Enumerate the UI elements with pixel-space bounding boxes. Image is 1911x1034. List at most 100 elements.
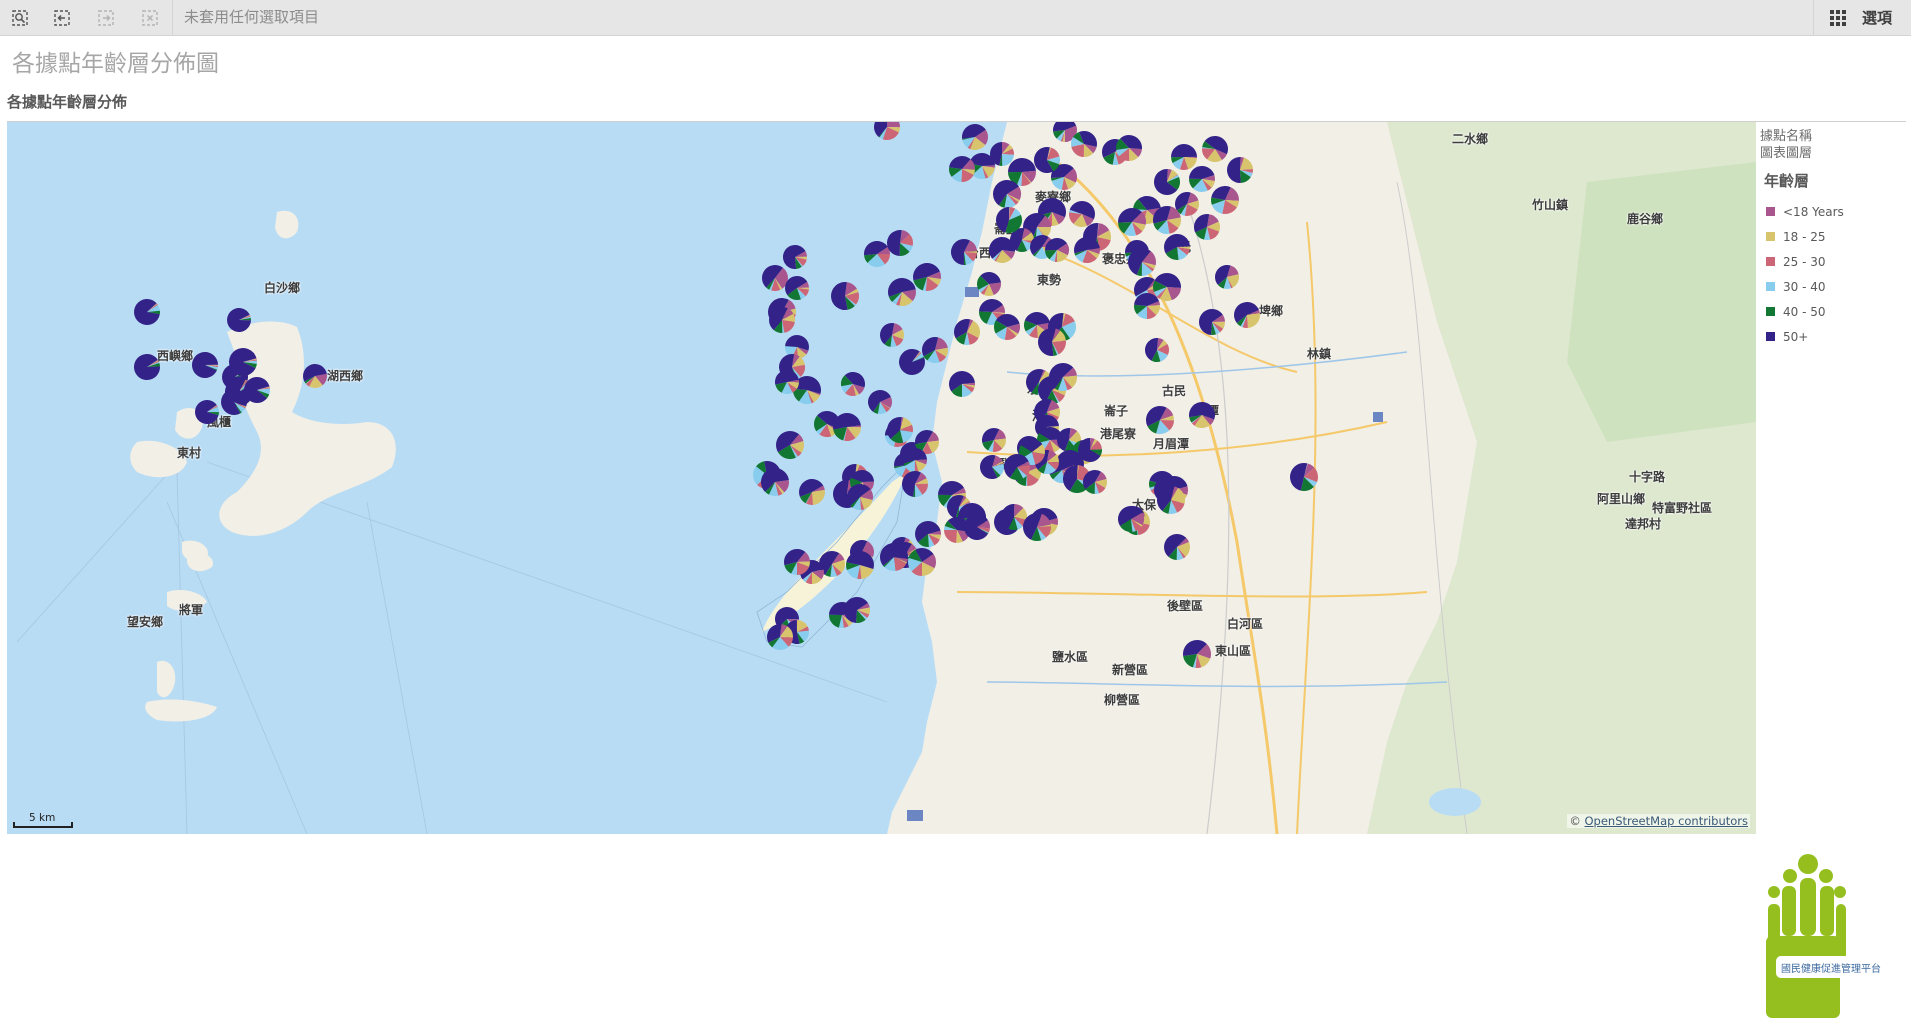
location-pie-marker[interactable] <box>1164 234 1190 260</box>
location-pie-marker[interactable] <box>134 354 160 380</box>
location-pie-marker[interactable] <box>977 272 1001 296</box>
grid-icon[interactable] <box>1826 6 1850 30</box>
location-pie-marker[interactable] <box>961 124 988 151</box>
location-pie-marker[interactable] <box>1289 462 1318 491</box>
location-pie-marker[interactable] <box>227 308 252 333</box>
location-pie-marker[interactable] <box>899 349 926 376</box>
pie-slice[interactable] <box>1170 143 1197 158</box>
location-pie-marker[interactable] <box>980 455 1004 479</box>
location-pie-marker[interactable] <box>761 264 788 291</box>
legend-item[interactable]: <18 Years <box>1766 199 1908 224</box>
legend-layer-name[interactable]: 據點名稱 <box>1760 128 1908 145</box>
pie-slice[interactable] <box>944 530 957 543</box>
location-pie-marker[interactable] <box>1074 237 1100 263</box>
legend-item[interactable]: 50+ <box>1766 324 1908 349</box>
location-pie-marker[interactable] <box>1199 309 1225 335</box>
pie-slice[interactable] <box>1247 313 1260 328</box>
location-pie-marker[interactable] <box>913 263 941 291</box>
step-back-icon[interactable] <box>46 4 78 32</box>
location-pie-marker[interactable] <box>989 236 1015 263</box>
pie-slice[interactable] <box>887 122 900 128</box>
location-pie-marker[interactable] <box>982 428 1007 453</box>
legend-item[interactable]: 30 - 40 <box>1766 274 1908 299</box>
location-pie-marker[interactable] <box>769 307 795 333</box>
location-pie-marker[interactable] <box>964 514 990 540</box>
location-pie-marker[interactable] <box>949 371 976 397</box>
location-pie-marker[interactable] <box>799 478 825 505</box>
location-pie-marker[interactable] <box>1145 338 1170 362</box>
location-pie-marker[interactable] <box>1116 134 1142 161</box>
location-pie-marker[interactable] <box>951 239 977 265</box>
location-pie-marker[interactable] <box>784 548 810 575</box>
location-pie-marker[interactable] <box>1083 470 1107 494</box>
location-pie-marker[interactable] <box>194 400 219 424</box>
location-pie-marker[interactable] <box>229 348 257 376</box>
location-pie-marker[interactable] <box>880 543 908 571</box>
location-pie-marker[interactable] <box>831 282 860 310</box>
location-pie-marker[interactable] <box>1146 406 1174 434</box>
location-pie-marker[interactable] <box>1183 640 1211 668</box>
location-pie-marker[interactable] <box>761 468 790 496</box>
location-pie-marker[interactable] <box>1153 273 1181 301</box>
pie-slice[interactable] <box>812 489 825 505</box>
location-pie-marker[interactable] <box>1211 186 1239 215</box>
location-pie-marker[interactable] <box>1118 506 1144 532</box>
location-pie-marker[interactable] <box>922 337 948 363</box>
legend-item[interactable]: 25 - 30 <box>1766 249 1908 274</box>
location-pie-marker[interactable] <box>915 521 942 547</box>
location-pie-marker[interactable] <box>864 241 891 267</box>
location-pie-marker[interactable] <box>908 548 936 576</box>
location-pie-marker[interactable] <box>903 448 927 472</box>
location-pie-marker[interactable] <box>954 319 981 345</box>
location-pie-marker[interactable] <box>833 413 861 441</box>
location-pie-marker[interactable] <box>782 245 807 269</box>
location-pie-marker[interactable] <box>1234 302 1260 328</box>
pie-slice[interactable] <box>1227 157 1241 183</box>
location-pie-marker[interactable] <box>776 431 805 459</box>
location-pie-marker[interactable] <box>844 597 870 623</box>
step-forward-icon[interactable] <box>90 4 122 32</box>
location-pie-marker[interactable] <box>1038 328 1066 356</box>
location-pie-marker[interactable] <box>1227 157 1254 183</box>
location-pie-marker[interactable] <box>1170 143 1197 171</box>
location-pie-marker[interactable] <box>243 377 271 404</box>
location-pie-marker[interactable] <box>1128 248 1156 276</box>
options-button[interactable]: 選項 <box>1862 0 1892 36</box>
location-pie-marker[interactable] <box>1189 401 1216 428</box>
location-pie-marker[interactable] <box>949 156 975 182</box>
location-pie-marker[interactable] <box>874 122 900 141</box>
location-pie-marker[interactable] <box>1157 486 1185 514</box>
location-pie-marker[interactable] <box>841 371 866 396</box>
location-pie-marker[interactable] <box>993 180 1022 208</box>
location-pie-marker[interactable] <box>192 352 218 378</box>
location-pie-marker[interactable] <box>1194 214 1220 240</box>
location-pie-marker[interactable] <box>1034 146 1060 173</box>
location-pie-marker[interactable] <box>1071 130 1097 157</box>
location-pie-marker[interactable] <box>846 550 875 579</box>
location-pie-marker[interactable] <box>134 299 161 325</box>
location-pie-marker[interactable] <box>887 417 913 444</box>
location-pie-marker[interactable] <box>846 483 873 510</box>
location-pie-marker[interactable] <box>1049 362 1077 391</box>
location-pie-marker[interactable] <box>868 390 893 414</box>
location-pie-marker[interactable] <box>302 363 327 388</box>
location-pie-marker[interactable] <box>1134 292 1160 319</box>
location-pie-marker[interactable] <box>1154 169 1180 195</box>
location-pie-marker[interactable] <box>887 230 913 256</box>
location-pie-marker[interactable] <box>785 275 809 300</box>
location-pie-marker[interactable] <box>901 470 928 498</box>
location-pie-marker[interactable] <box>1153 206 1181 234</box>
location-pie-marker[interactable] <box>1163 533 1191 560</box>
location-pie-marker[interactable] <box>1118 208 1146 236</box>
location-pie-marker[interactable] <box>1189 165 1215 192</box>
smart-search-icon[interactable] <box>4 4 36 32</box>
location-pie-marker[interactable] <box>774 369 799 395</box>
location-pie-marker[interactable] <box>888 278 917 306</box>
map-canvas[interactable]: 白沙鄉 西嶼鄉 湖西鄉 風櫃 東村 望安鄉 將軍 二水鄉 竹山鎮 鹿谷鄉 麥寮鄉… <box>7 122 1756 834</box>
location-pie-marker[interactable] <box>1215 265 1239 289</box>
location-pie-marker[interactable] <box>996 207 1023 234</box>
location-pie-marker[interactable] <box>767 624 793 651</box>
location-pie-marker[interactable] <box>993 313 1021 340</box>
location-pie-marker[interactable] <box>1023 513 1051 541</box>
legend-item[interactable]: 18 - 25 <box>1766 224 1908 249</box>
